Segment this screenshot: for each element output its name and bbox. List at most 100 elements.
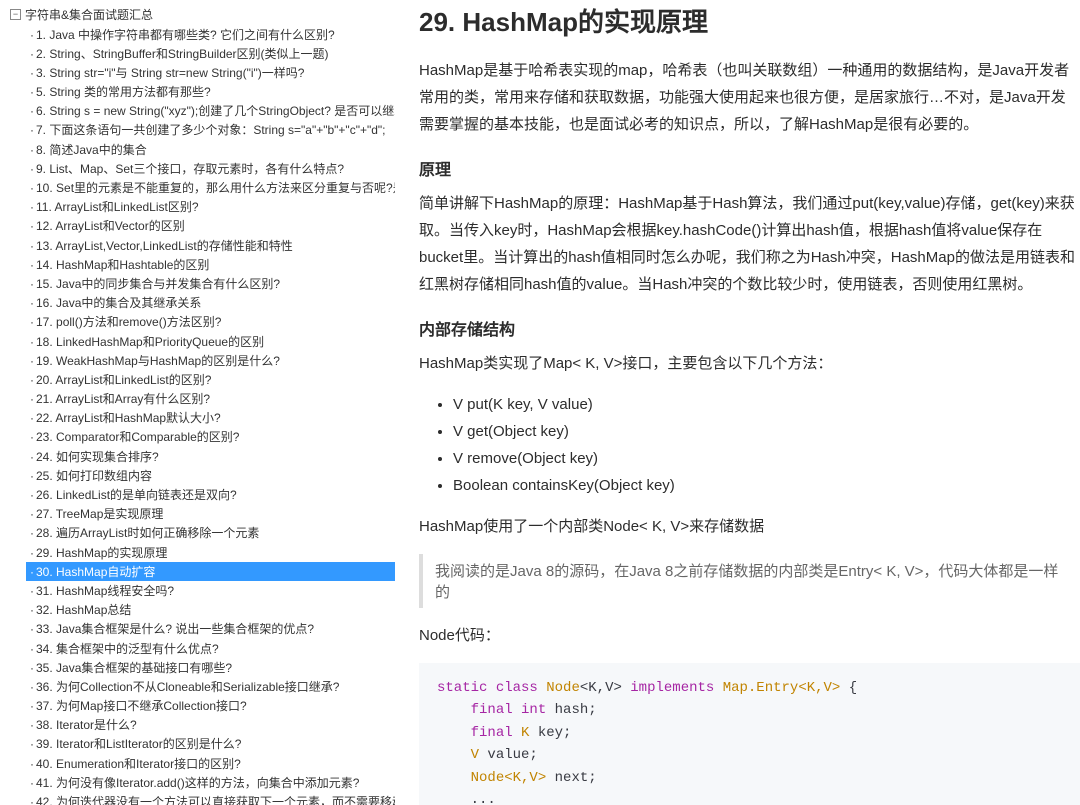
tree-item-label: 25. 如何打印数组内容 [36,469,152,483]
tree-item[interactable]: ·14. HashMap和Hashtable的区别 [26,255,395,274]
principle-body: 简单讲解下HashMap的原理：HashMap基于Hash算法，我们通过put(… [419,190,1080,298]
tree-item[interactable]: ·35. Java集合框架的基础接口有哪些? [26,658,395,677]
tree-item[interactable]: ·16. Java中的集合及其继承关系 [26,294,395,313]
bullet-icon: · [30,219,34,233]
tree-item[interactable]: ·32. HashMap总结 [26,601,395,620]
tree-item[interactable]: ·41. 为何没有像Iterator.add()这样的方法，向集合中添加元素? [26,773,395,792]
tree-item-label: 42. 为何迭代器没有一个方法可以直接获取下一个元素，而不需要移动游标? [36,795,395,805]
bullet-icon: · [30,373,34,387]
tree-item-label: 16. Java中的集合及其继承关系 [36,296,201,310]
blockquote-note: 我阅读的是Java 8的源码，在Java 8之前存储数据的内部类是Entry< … [419,554,1080,608]
tree-item[interactable]: ·42. 为何迭代器没有一个方法可以直接获取下一个元素，而不需要移动游标? [26,793,395,805]
code-label: Node代码： [419,622,1080,649]
tree-item-label: 11. ArrayList和LinkedList区别? [36,200,199,214]
tree-item[interactable]: ·29. HashMap的实现原理 [26,543,395,562]
tree-item-label: 34. 集合框架中的泛型有什么优点? [36,642,219,656]
bullet-icon: · [30,642,34,656]
tree-item[interactable]: ·31. HashMap线程安全吗? [26,581,395,600]
tree-item-label: 26. LinkedList的是单向链表还是双向? [36,488,237,502]
bullet-icon: · [30,392,34,406]
bullet-icon: · [30,162,34,176]
outline-sidebar[interactable]: − 字符串&集合面试题汇总 ·1. Java 中操作字符串都有哪些类? 它们之间… [0,0,395,805]
bullet-icon: · [30,469,34,483]
tree-item[interactable]: ·37. 为何Map接口不继承Collection接口? [26,697,395,716]
bullet-icon: · [30,488,34,502]
bullet-icon: · [30,123,34,137]
tree-item[interactable]: ·9. List、Map、Set三个接口，存取元素时，各有什么特点? [26,159,395,178]
tree-item[interactable]: ·6. String s = new String("xyz");创建了几个St… [26,102,395,121]
tree-item[interactable]: ·20. ArrayList和LinkedList的区别? [26,370,395,389]
section-principle-heading: 原理 [419,156,1080,180]
tree-item-label: 40. Enumeration和Iterator接口的区别? [36,757,241,771]
bullet-icon: · [30,85,34,99]
tree-item-label: 32. HashMap总结 [36,603,131,617]
tree-item-label: 10. Set里的元素是不能重复的，那么用什么方法来区分重复与否呢?是用==还是… [36,181,395,195]
tree-root-label: 字符串&集合面试题汇总 [25,6,153,23]
tree-item[interactable]: ·17. poll()方法和remove()方法区别? [26,313,395,332]
tree-item-label: 20. ArrayList和LinkedList的区别? [36,373,211,387]
tree-item[interactable]: ·19. WeakHashMap与HashMap的区别是什么? [26,351,395,370]
tree-item[interactable]: ·27. TreeMap是实现原理 [26,505,395,524]
tree-item[interactable]: ·7. 下面这条语句一共创建了多少个对象：String s="a"+"b"+"c… [26,121,395,140]
tree-item-label: 39. Iterator和ListIterator的区别是什么? [36,737,241,751]
tree-item[interactable]: ·11. ArrayList和LinkedList区别? [26,198,395,217]
bullet-icon: · [30,757,34,771]
bullet-icon: · [30,277,34,291]
tree-item[interactable]: ·2. String、StringBuffer和StringBuilder区别(… [26,44,395,63]
tree-item-label: 38. Iterator是什么? [36,718,137,732]
tree-item-label: 21. ArrayList和Array有什么区别? [36,392,210,406]
bullet-icon: · [30,47,34,61]
tree-root-node[interactable]: − 字符串&集合面试题汇总 [0,4,395,25]
tree-item-label: 22. ArrayList和HashMap默认大小? [36,411,221,425]
bullet-icon: · [30,718,34,732]
tree-item-label: 2. String、StringBuffer和StringBuilder区别(类… [36,47,329,61]
tree-item[interactable]: ·22. ArrayList和HashMap默认大小? [26,409,395,428]
bullet-icon: · [30,776,34,790]
tree-item[interactable]: ·28. 遍历ArrayList时如何正确移除一个元素 [26,524,395,543]
bullet-icon: · [30,200,34,214]
article-title: 29. HashMap的实现原理 [419,2,1080,39]
bullet-icon: · [30,430,34,444]
tree-item-label: 27. TreeMap是实现原理 [36,507,163,521]
tree-item[interactable]: ·24. 如何实现集合排序? [26,447,395,466]
tree-item[interactable]: ·10. Set里的元素是不能重复的，那么用什么方法来区分重复与否呢?是用==还… [26,179,395,198]
article-pane[interactable]: 29. HashMap的实现原理 HashMap是基于哈希表实现的map，哈希表… [395,0,1080,805]
tree-item[interactable]: ·21. ArrayList和Array有什么区别? [26,390,395,409]
tree-item[interactable]: ·25. 如何打印数组内容 [26,466,395,485]
tree-item[interactable]: ·13. ArrayList,Vector,LinkedList的存储性能和特性 [26,236,395,255]
tree-item[interactable]: ·40. Enumeration和Iterator接口的区别? [26,754,395,773]
tree-item[interactable]: ·26. LinkedList的是单向链表还是双向? [26,486,395,505]
tree-item[interactable]: ·36. 为何Collection不从Cloneable和Serializabl… [26,677,395,696]
tree-item[interactable]: ·18. LinkedHashMap和PriorityQueue的区别 [26,332,395,351]
tree-item-label: 31. HashMap线程安全吗? [36,584,174,598]
tree-item[interactable]: ·38. Iterator是什么? [26,716,395,735]
tree-item[interactable]: ·33. Java集合框架是什么? 说出一些集合框架的优点? [26,620,395,639]
tree-item[interactable]: ·15. Java中的同步集合与并发集合有什么区别? [26,274,395,293]
tree-item-label: 35. Java集合框架的基础接口有哪些? [36,661,232,675]
tree-item[interactable]: ·23. Comparator和Comparable的区别? [26,428,395,447]
tree-item-label: 9. List、Map、Set三个接口，存取元素时，各有什么特点? [36,162,344,176]
bullet-icon: · [30,680,34,694]
bullet-icon: · [30,699,34,713]
tree-item-label: 30. HashMap自动扩容 [36,565,155,579]
tree-item[interactable]: ·1. Java 中操作字符串都有哪些类? 它们之间有什么区别? [26,25,395,44]
bullet-icon: · [30,28,34,42]
tree-item[interactable]: ·5. String 类的常用方法都有那些? [26,83,395,102]
bullet-icon: · [30,411,34,425]
tree-item-label: 1. Java 中操作字符串都有哪些类? 它们之间有什么区别? [36,28,335,42]
tree-item[interactable]: ·39. Iterator和ListIterator的区别是什么? [26,735,395,754]
tree-item[interactable]: ·3. String str="i"与 String str=new Strin… [26,63,395,82]
list-item: V remove(Object key) [453,445,1080,472]
methods-list: V put(K key, V value)V get(Object key)V … [419,391,1080,499]
section-structure-heading: 内部存储结构 [419,316,1080,340]
tree-item[interactable]: ·8. 简述Java中的集合 [26,140,395,159]
tree-item[interactable]: ·34. 集合框架中的泛型有什么优点? [26,639,395,658]
node-intro: HashMap使用了一个内部类Node< K, V>来存储数据 [419,513,1080,540]
tree-item-label: 13. ArrayList,Vector,LinkedList的存储性能和特性 [36,239,293,253]
list-item: Boolean containsKey(Object key) [453,472,1080,499]
tree-item-label: 33. Java集合框架是什么? 说出一些集合框架的优点? [36,622,314,636]
tree-item[interactable]: ·12. ArrayList和Vector的区别 [26,217,395,236]
bullet-icon: · [30,296,34,310]
tree-item[interactable]: ·30. HashMap自动扩容 [26,562,395,581]
collapse-icon[interactable]: − [10,9,21,20]
